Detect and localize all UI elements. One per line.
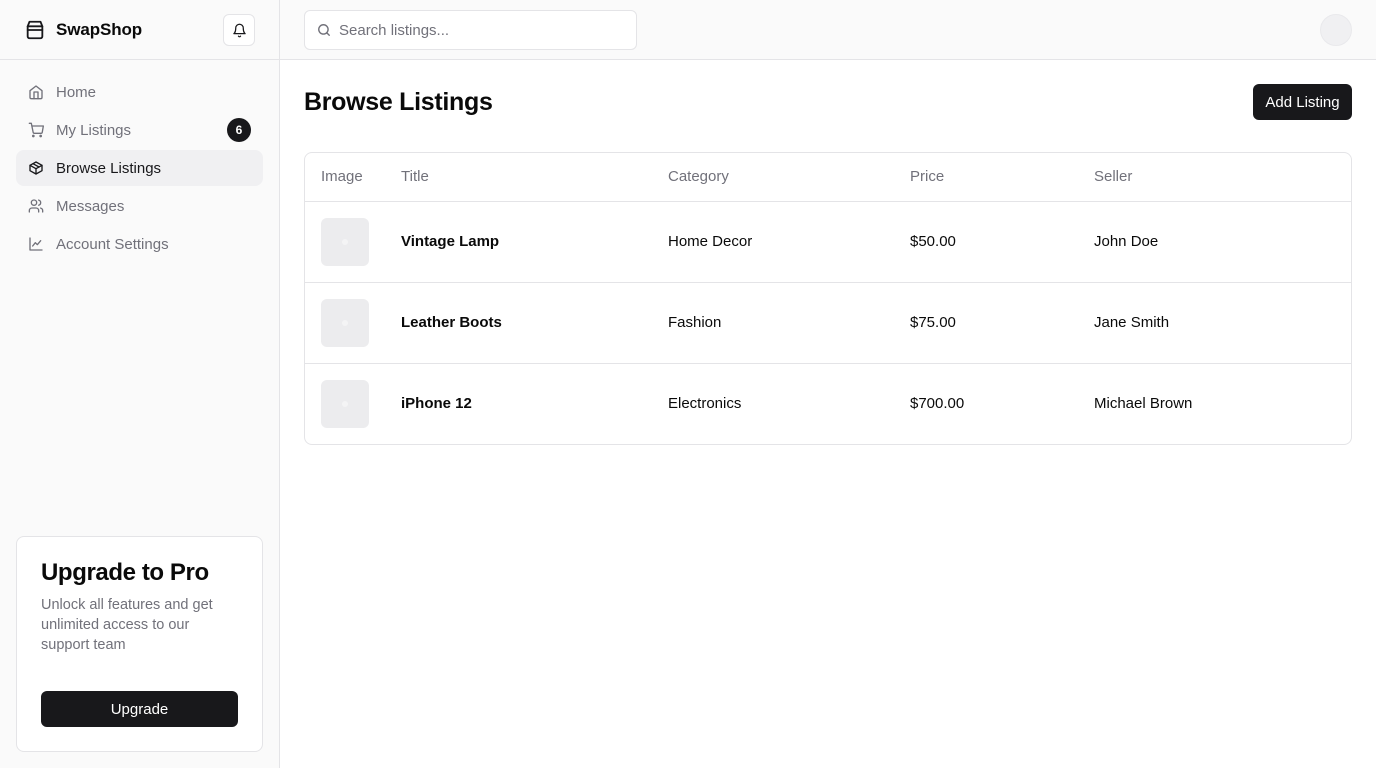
listing-category: Home Decor [652, 201, 894, 283]
listing-seller: Jane Smith [1078, 282, 1351, 364]
image-placeholder-icon [342, 319, 348, 326]
listing-category: Fashion [652, 282, 894, 364]
sidebar-item-label: Messages [56, 197, 125, 215]
bell-icon [232, 23, 247, 38]
upgrade-card: Upgrade to Pro Unlock all features and g… [16, 536, 263, 752]
sidebar-item-label: Browse Listings [56, 159, 162, 177]
table-row[interactable]: Vintage Lamp Home Decor $50.00 John Doe [305, 201, 1351, 283]
listing-seller: John Doe [1078, 201, 1351, 283]
listings-table: Image Title Category Price Seller Vintag… [305, 153, 1351, 444]
avatar[interactable] [1320, 14, 1352, 46]
upgrade-button[interactable]: Upgrade [41, 691, 238, 727]
image-cell [305, 363, 385, 444]
listing-price: $50.00 [894, 201, 1078, 283]
listings-table-card: Image Title Category Price Seller Vintag… [304, 152, 1352, 445]
sidebar: SwapShop Home My Listings 6 Browse Listi… [0, 0, 280, 768]
listing-price: $700.00 [910, 395, 965, 413]
image-placeholder-icon [342, 238, 348, 245]
sidebar-item-my-listings[interactable]: My Listings 6 [16, 112, 263, 148]
sidebar-item-home[interactable]: Home [16, 74, 263, 110]
sidebar-item-label: Home [56, 83, 97, 101]
home-icon [28, 84, 44, 100]
column-header-image: Image [305, 153, 385, 202]
column-header-title: Title [385, 153, 652, 202]
add-listing-button[interactable]: Add Listing [1253, 84, 1352, 120]
column-header-seller: Seller [1078, 153, 1351, 202]
sidebar-item-account-settings[interactable]: Account Settings [16, 226, 263, 262]
listing-title: Vintage Lamp [385, 201, 652, 283]
column-header-category: Category [652, 153, 894, 202]
page-title: Browse Listings [304, 88, 493, 116]
upgrade-title: Upgrade to Pro [41, 559, 209, 586]
table-row[interactable]: Leather Boots Fashion $75.00 Jane Smith [305, 282, 1351, 364]
shopping-bag-icon [24, 19, 46, 41]
line-chart-icon [28, 236, 44, 252]
listing-thumbnail[interactable] [321, 379, 369, 428]
sidebar-item-label: Account Settings [56, 235, 169, 253]
cart-icon [28, 122, 44, 138]
listing-thumbnail[interactable] [321, 298, 369, 347]
listing-seller: Michael Brown [1094, 395, 1193, 413]
table-row[interactable]: iPhone 12 Electronics $700.00 Michael Br… [305, 363, 1351, 444]
notifications-button[interactable] [223, 14, 255, 46]
listing-thumbnail[interactable] [321, 217, 369, 266]
column-header-price: Price [894, 153, 1078, 202]
top-bar [280, 0, 1376, 60]
sidebar-item-browse-listings[interactable]: Browse Listings [16, 150, 263, 186]
listing-title: iPhone 12 [401, 395, 472, 413]
image-cell [305, 201, 385, 283]
upgrade-description: Unlock all features and get unlimited ac… [41, 597, 213, 653]
package-icon [28, 160, 44, 176]
image-placeholder-icon [342, 400, 348, 407]
users-icon [28, 198, 44, 214]
listings-count-badge: 6 [227, 118, 251, 142]
search-input[interactable] [339, 21, 619, 39]
listing-price: $75.00 [894, 282, 1078, 364]
search-icon [317, 23, 331, 37]
sidebar-nav: Home My Listings 6 Browse Listings Messa… [0, 60, 279, 278]
brand-header: SwapShop [0, 0, 279, 60]
listing-category: Electronics [668, 395, 742, 413]
search-box[interactable] [304, 10, 637, 50]
brand-name[interactable]: SwapShop [56, 20, 142, 40]
image-cell [305, 282, 385, 364]
sidebar-item-label: My Listings [56, 121, 132, 139]
listing-title: Leather Boots [385, 282, 652, 364]
table-header-row: Image Title Category Price Seller [305, 153, 1351, 202]
sidebar-item-messages[interactable]: Messages [16, 188, 263, 224]
